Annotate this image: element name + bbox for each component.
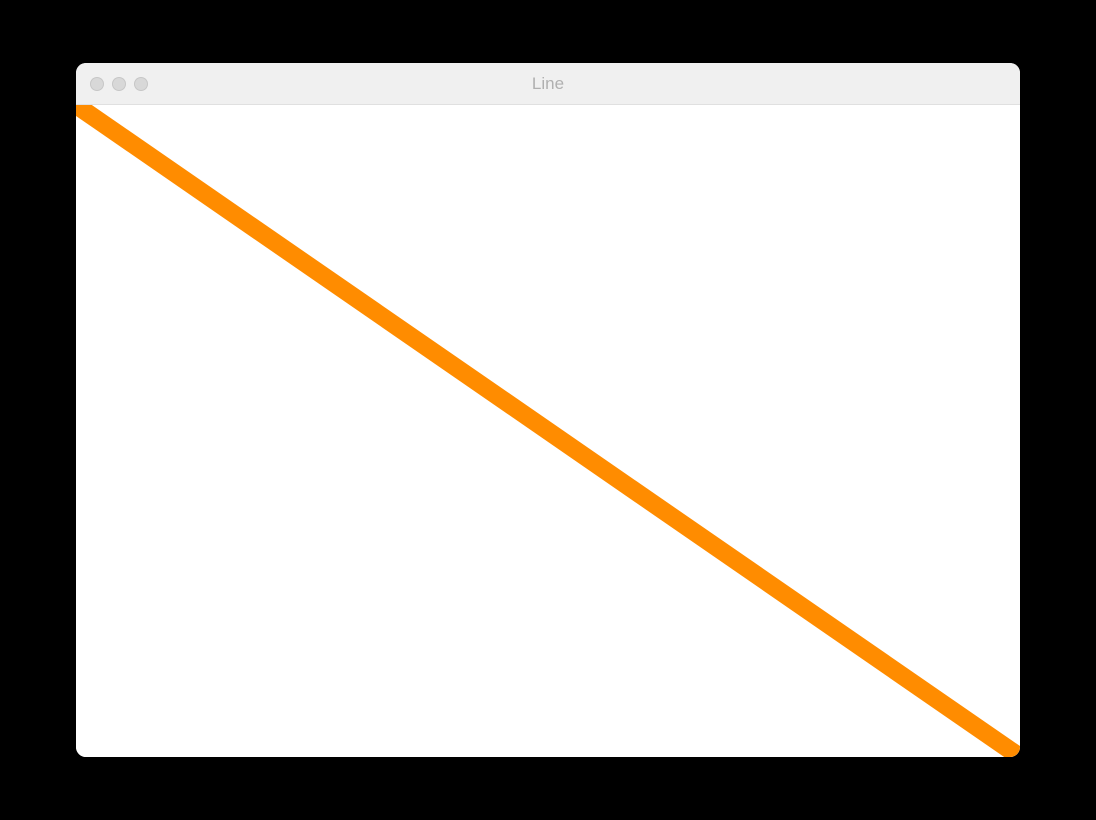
close-button[interactable] (90, 77, 104, 91)
canvas-area (76, 105, 1020, 757)
drawing-canvas (76, 105, 1020, 757)
application-window: Line (76, 63, 1020, 757)
maximize-button[interactable] (134, 77, 148, 91)
window-controls (76, 77, 148, 91)
window-titlebar[interactable]: Line (76, 63, 1020, 105)
diagonal-line (76, 105, 1020, 757)
window-title: Line (76, 74, 1020, 94)
minimize-button[interactable] (112, 77, 126, 91)
